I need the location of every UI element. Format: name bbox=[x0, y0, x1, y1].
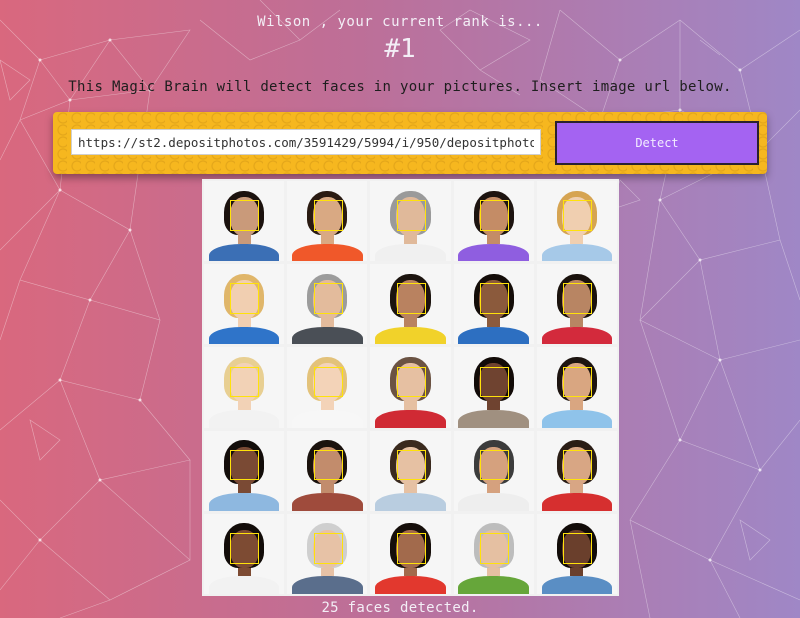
face-bounding-box bbox=[313, 533, 343, 564]
portrait-shirt bbox=[291, 326, 363, 345]
image-url-input[interactable] bbox=[71, 129, 541, 155]
face-bounding-box bbox=[563, 283, 593, 314]
face-bounding-box bbox=[313, 283, 343, 314]
portrait-shirt bbox=[458, 576, 529, 594]
portrait-shirt bbox=[375, 576, 446, 594]
portrait-shirt bbox=[291, 409, 363, 428]
portrait bbox=[453, 347, 534, 428]
face-bounding-box bbox=[313, 366, 343, 398]
face-bounding-box bbox=[230, 283, 260, 314]
portrait-shirt bbox=[458, 243, 529, 262]
portrait bbox=[204, 347, 285, 428]
portrait-shirt bbox=[458, 493, 529, 511]
portrait-shirt bbox=[541, 326, 613, 345]
portrait-shirt bbox=[208, 493, 280, 511]
portrait-shirt bbox=[208, 409, 280, 428]
detect-button[interactable]: Detect bbox=[555, 121, 759, 165]
face-detection-image bbox=[202, 179, 619, 596]
face-bounding-box bbox=[230, 366, 260, 398]
portrait bbox=[204, 264, 285, 345]
portrait-shirt bbox=[375, 326, 446, 345]
face-bounding-box bbox=[480, 366, 509, 398]
portrait bbox=[370, 264, 451, 345]
portrait bbox=[536, 264, 617, 345]
portrait-shirt bbox=[291, 493, 363, 511]
portrait-shirt bbox=[291, 243, 363, 262]
portrait bbox=[287, 513, 368, 594]
face-bounding-box bbox=[563, 449, 593, 481]
face-count-label: 25 faces detected. bbox=[321, 600, 479, 616]
face-bounding-box bbox=[480, 200, 509, 231]
portrait bbox=[453, 430, 534, 511]
portrait bbox=[204, 513, 285, 594]
portrait bbox=[287, 347, 368, 428]
portrait-shirt bbox=[458, 409, 529, 428]
portrait-shirt bbox=[291, 576, 363, 594]
face-bounding-box bbox=[313, 200, 343, 231]
face-bounding-box bbox=[480, 283, 509, 314]
portrait-shirt bbox=[375, 409, 446, 428]
portrait bbox=[204, 181, 285, 262]
face-bounding-box bbox=[396, 366, 426, 398]
portrait bbox=[204, 430, 285, 511]
face-bounding-box bbox=[230, 449, 260, 481]
tagline: This Magic Brain will detect faces in yo… bbox=[68, 79, 732, 95]
face-bounding-box bbox=[563, 200, 593, 231]
face-bounding-box bbox=[230, 533, 260, 564]
portrait bbox=[536, 347, 617, 428]
portrait bbox=[536, 430, 617, 511]
portrait bbox=[287, 264, 368, 345]
portrait-shirt bbox=[375, 243, 446, 262]
portrait-shirt bbox=[541, 493, 613, 511]
portrait bbox=[370, 181, 451, 262]
portrait-shirt bbox=[458, 326, 529, 345]
portrait-shirt bbox=[208, 326, 280, 345]
face-bounding-box bbox=[396, 449, 426, 481]
face-bounding-box bbox=[480, 533, 509, 564]
portrait bbox=[536, 513, 617, 594]
face-bounding-box bbox=[396, 200, 426, 231]
face-bounding-box bbox=[396, 533, 426, 564]
portrait bbox=[287, 430, 368, 511]
rank-text: Wilson , your current rank is... bbox=[257, 14, 543, 30]
face-bounding-box bbox=[396, 283, 426, 314]
portrait-shirt bbox=[541, 409, 613, 428]
portrait-shirt bbox=[208, 243, 280, 262]
portrait-shirt bbox=[375, 493, 446, 511]
portrait bbox=[453, 264, 534, 345]
portrait bbox=[287, 181, 368, 262]
portrait-shirt bbox=[541, 243, 613, 262]
portrait bbox=[370, 347, 451, 428]
face-bounding-box bbox=[313, 449, 343, 481]
face-bounding-box bbox=[230, 200, 260, 231]
face-bounding-box bbox=[480, 449, 509, 481]
portrait-shirt bbox=[208, 576, 280, 594]
face-bounding-box bbox=[563, 533, 593, 564]
image-link-form: Detect bbox=[53, 112, 767, 174]
rank-value: #1 bbox=[384, 34, 416, 64]
portrait bbox=[453, 181, 534, 262]
portrait bbox=[453, 513, 534, 594]
portrait-shirt bbox=[541, 576, 613, 594]
portrait bbox=[370, 430, 451, 511]
portrait bbox=[370, 513, 451, 594]
portrait bbox=[536, 181, 617, 262]
face-bounding-box bbox=[563, 366, 593, 398]
